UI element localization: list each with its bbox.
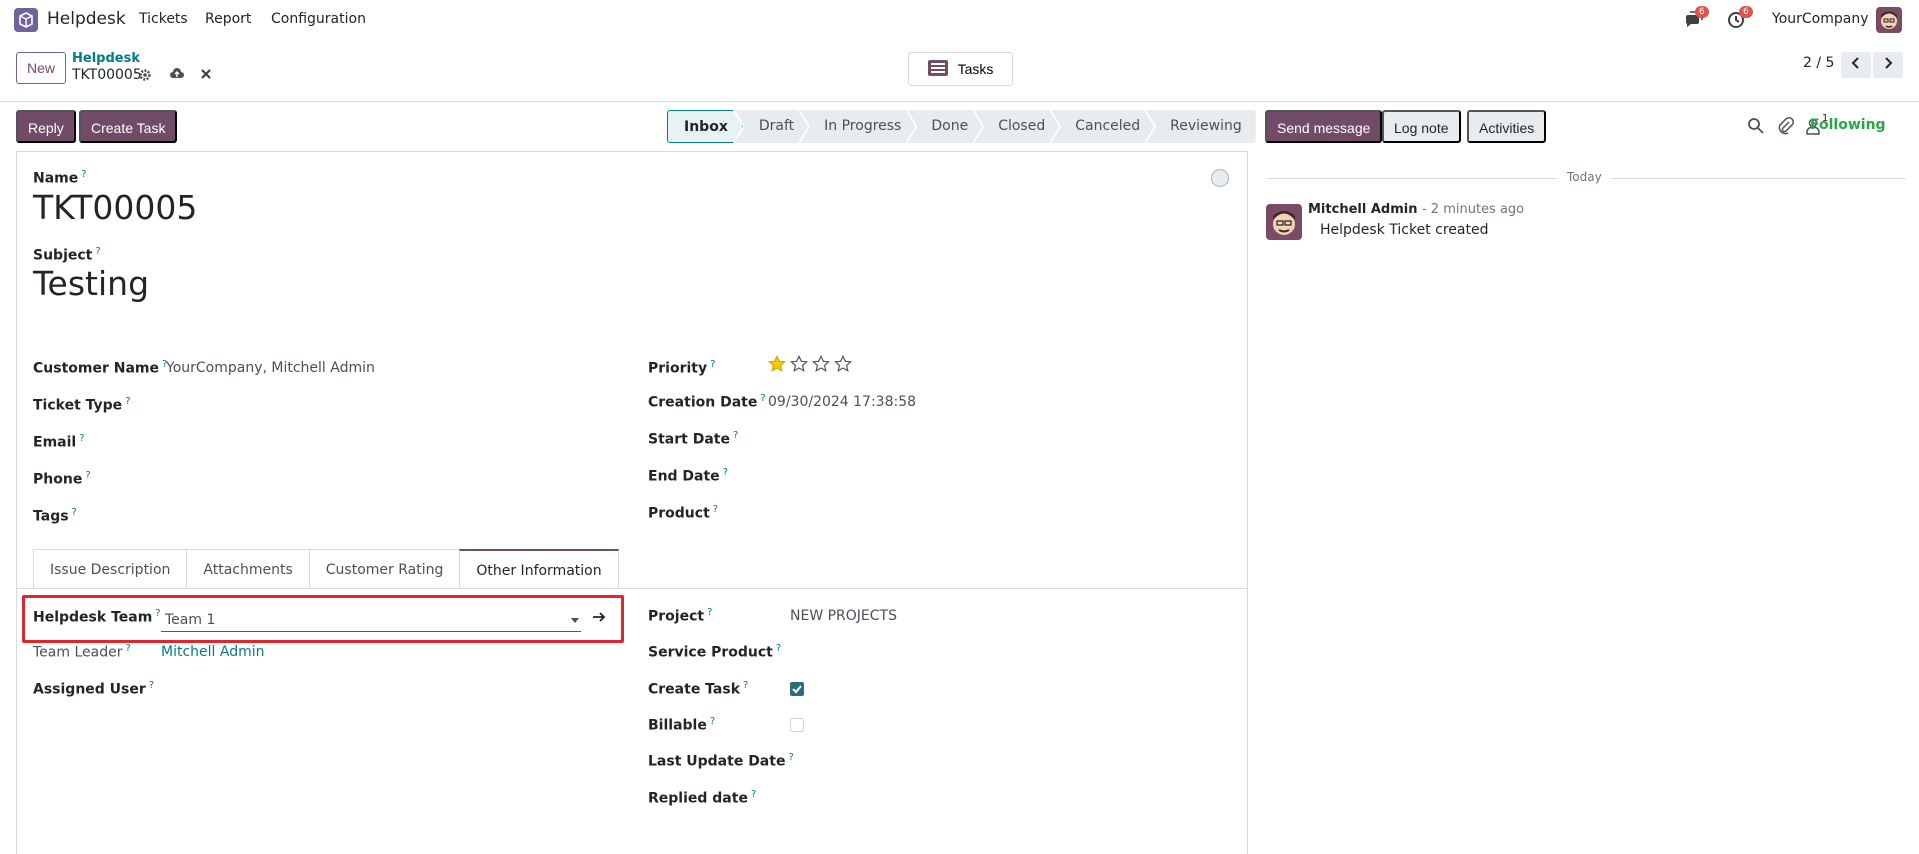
date-divider-today: Today (1567, 170, 1602, 184)
chevron-left-icon (1851, 57, 1861, 73)
tasks-label: Tasks (957, 61, 994, 77)
message-author[interactable]: Mitchell Admin - 2 minutes ago (1308, 202, 1524, 217)
app-name[interactable]: Helpdesk (47, 9, 126, 29)
email-label: Email? (33, 433, 85, 451)
pager-previous-button[interactable] (1841, 52, 1871, 78)
user-avatar[interactable] (1876, 7, 1902, 33)
create-task-checkbox[interactable] (790, 682, 804, 696)
creation-date-label: Creation Date? (648, 393, 766, 411)
stage-statusbar: Inbox Draft In Progress Done Closed Canc… (667, 110, 1256, 143)
tags-label: Tags? (33, 507, 77, 525)
log-note-button[interactable]: Log note (1382, 110, 1461, 143)
message-author-avatar[interactable] (1266, 204, 1302, 240)
ticket-type-label: Ticket Type? (33, 396, 131, 414)
helpdesk-team-value: Team 1 (165, 612, 216, 628)
date-divider-right (1610, 178, 1906, 179)
customer-name-field[interactable]: YourCompany, Mitchell Admin (166, 360, 375, 376)
tasks-smart-button[interactable]: Tasks (908, 52, 1013, 86)
menu-report[interactable]: Report (205, 11, 251, 27)
creation-date-field[interactable]: 09/30/2024 17:38:58 (768, 394, 916, 410)
chevron-right-icon (1883, 57, 1893, 73)
replied-date-label: Replied date? (648, 789, 757, 807)
new-button[interactable]: New (16, 52, 67, 84)
breadcrumb-helpdesk[interactable]: Helpdesk (72, 51, 140, 66)
assigned-user-label: Assigned User? (33, 680, 155, 698)
stage-in-progress[interactable]: In Progress (800, 110, 915, 143)
messages-icon[interactable]: 6 (1683, 6, 1709, 30)
end-date-label: End Date? (648, 467, 728, 485)
stage-done[interactable]: Done (907, 110, 982, 143)
breadcrumb-current: TKT00005 (72, 67, 142, 83)
activities-button[interactable]: Activities (1467, 110, 1547, 143)
helpdesk-team-input[interactable]: Team 1 (161, 610, 581, 632)
notebook-tabs: Issue Description Attachments Customer R… (33, 549, 619, 589)
create-task-label: Create Task? (648, 680, 749, 698)
control-panel: New Helpdesk TKT00005 Tasks 2 / 5 (0, 40, 1919, 102)
menu-configuration[interactable]: Configuration (271, 11, 366, 27)
star-empty-icon[interactable] (834, 355, 852, 373)
send-message-button[interactable]: Send message (1265, 110, 1383, 143)
priority-stars[interactable] (768, 355, 852, 373)
name-label: Name? (33, 169, 87, 187)
discard-close-icon[interactable] (199, 67, 215, 83)
helpdesk-team-label: Helpdesk Team? (33, 608, 161, 626)
star-empty-icon[interactable] (812, 355, 830, 373)
activities-badge: 6 (1739, 6, 1753, 18)
messages-badge: 6 (1695, 6, 1709, 18)
billable-label: Billable? (648, 716, 716, 734)
tasks-icon (927, 59, 948, 79)
checkmark-icon (792, 685, 802, 694)
tab-other-information[interactable]: Other Information (459, 549, 619, 589)
stage-canceled[interactable]: Canceled (1051, 110, 1154, 143)
date-divider-left (1266, 178, 1558, 179)
project-label: Project? (648, 607, 713, 625)
last-update-date-label: Last Update Date? (648, 752, 794, 770)
billable-checkbox[interactable] (790, 718, 804, 732)
service-product-label: Service Product? (648, 643, 782, 661)
internal-link-arrow-icon[interactable] (592, 611, 606, 627)
cloud-save-icon[interactable] (169, 66, 185, 82)
reply-button[interactable]: Reply (16, 110, 76, 143)
menu-tickets[interactable]: Tickets (139, 11, 188, 27)
subject-label: Subject? (33, 246, 101, 264)
create-task-button[interactable]: Create Task (79, 110, 178, 143)
gear-icon[interactable] (138, 68, 154, 84)
top-navbar: Helpdesk Tickets Report Configuration 6 … (0, 0, 1919, 40)
subject-field[interactable]: Testing (33, 264, 149, 303)
company-switcher[interactable]: YourCompany (1772, 11, 1869, 27)
paperclip-icon[interactable] (1777, 117, 1795, 135)
customer-name-label: Customer Name? (33, 359, 168, 377)
tab-customer-rating[interactable]: Customer Rating (308, 549, 461, 589)
start-date-label: Start Date? (648, 430, 739, 448)
pager-value[interactable]: 2 / 5 (1803, 55, 1834, 71)
team-leader-field[interactable]: Mitchell Admin (161, 644, 265, 660)
form-sheet: Name? TKT00005 Subject? Testing Customer… (16, 151, 1248, 854)
kanban-state-icon[interactable] (1211, 169, 1229, 187)
stage-closed[interactable]: Closed (974, 110, 1059, 143)
activities-icon[interactable]: 6 (1727, 6, 1753, 30)
chevron-down-icon[interactable] (571, 618, 579, 623)
project-field[interactable]: NEW PROJECTS (790, 608, 897, 624)
helpdesk-app-icon[interactable] (14, 8, 38, 32)
pager-next-button[interactable] (1873, 52, 1903, 78)
search-icon[interactable] (1747, 117, 1765, 135)
star-empty-icon[interactable] (790, 355, 808, 373)
name-field[interactable]: TKT00005 (33, 188, 197, 227)
stage-draft[interactable]: Draft (735, 110, 808, 143)
tab-divider (17, 588, 1247, 589)
phone-label: Phone? (33, 470, 91, 488)
star-filled-icon[interactable] (768, 355, 786, 373)
product-label: Product? (648, 504, 719, 522)
message-time: - 2 minutes ago (1421, 202, 1525, 217)
tab-issue-description[interactable]: Issue Description (33, 549, 188, 589)
priority-label: Priority? (648, 359, 716, 377)
team-leader-label: Team Leader? (33, 643, 131, 661)
stage-reviewing[interactable]: Reviewing (1146, 110, 1256, 143)
message-body: Helpdesk Ticket created (1320, 222, 1489, 238)
tab-attachments[interactable]: Attachments (186, 549, 310, 589)
stage-inbox[interactable]: Inbox (667, 110, 743, 143)
following-toggle[interactable]: Following (1810, 117, 1886, 133)
